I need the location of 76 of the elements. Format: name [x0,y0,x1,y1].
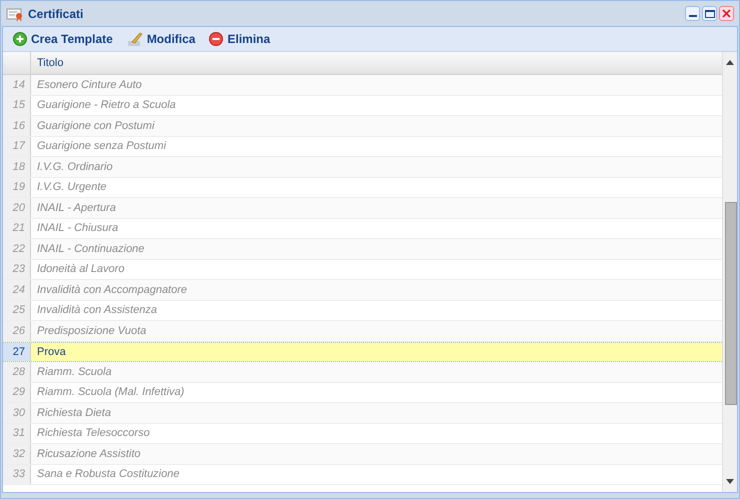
row-number: 19 [3,178,31,197]
edit-button[interactable]: Modifica [126,30,196,48]
table-row[interactable]: 27 Prova [3,342,722,362]
table-row[interactable]: 30 Richiesta Dieta [3,403,722,424]
row-number: 28 [3,362,31,382]
row-number: 33 [3,464,31,484]
table-cell-text: INAIL - Chiusura [36,221,120,236]
row-number: 22 [3,239,31,258]
table-row[interactable]: 19 I.V.G. Urgente [3,178,722,198]
row-number: 15 [3,96,31,115]
row-number: 27 [3,342,31,361]
close-icon [722,9,731,18]
table-cell-text: Esonero Cinture Auto [36,78,143,92]
table-row[interactable]: 33 Sana e Robusta Costituzione [3,464,722,485]
minimize-button[interactable] [685,6,700,21]
table-cell-text: Invalidità con Assistenza [36,303,158,318]
table-cell-text: Idoneità al Lavoro [36,262,126,277]
row-number: 25 [3,300,31,320]
maximize-button[interactable] [702,6,717,21]
brush-icon [126,32,143,46]
table-cell-text: I.V.G. Ordinario [36,160,114,174]
delete-button[interactable]: Elimina [209,30,270,48]
row-number: 18 [3,157,31,176]
row-number: 32 [3,444,31,464]
row-number: 14 [3,75,31,94]
table-cell-text: Guarigione senza Postumi [36,139,168,154]
table-row[interactable]: 21 INAIL - Chiusura [3,218,722,239]
window-title: Certificati [28,6,84,22]
table-row[interactable]: 20 INAIL - Apertura [3,198,722,218]
create-template-button[interactable]: Crea Template [13,30,113,48]
table-row[interactable]: 22 INAIL - Continuazione [3,239,722,260]
scroll-up-icon[interactable] [726,60,734,65]
row-number: 29 [3,382,31,402]
certificate-icon [6,6,24,20]
table-row[interactable]: 26 Predisposizione Vuota [3,321,722,342]
table-cell-text: I.V.G. Urgente [36,180,108,195]
row-number: 20 [3,198,31,218]
row-number: 24 [3,280,31,300]
table-row[interactable]: 14 Esonero Cinture Auto [3,75,722,96]
plus-icon [13,32,27,46]
table-row[interactable]: 28 Riamm. Scuola [3,362,722,382]
table-cell-text: Richiesta Telesoccorso [36,426,151,441]
table-cell-text: Richiesta Dieta [36,406,112,420]
table-row[interactable]: 24 Invalidità con Accompagnatore [3,280,722,300]
table-cell-text: Riamm. Scuola (Mal. Infettiva) [36,385,186,400]
scrollbar[interactable] [722,52,737,492]
row-number: 17 [3,136,31,156]
table-row[interactable]: 17 Guarigione senza Postumi [3,136,722,157]
table-row[interactable]: 31 Richiesta Telesoccorso [3,424,722,444]
row-number: 16 [3,116,31,136]
table-row[interactable]: 29 Riamm. Scuola (Mal. Infettiva) [3,382,722,403]
row-number: 30 [3,403,31,422]
table-cell-text: INAIL - Apertura [36,200,117,216]
table-cell-text: Guarigione con Postumi [36,118,156,134]
table-cell-text: Invalidità con Accompagnatore [36,282,188,298]
row-number: 31 [3,424,31,443]
table-row[interactable]: 15 Guarigione - Rietro a Scuola [3,96,722,116]
table-row[interactable]: 16 Guarigione con Postumi [3,116,722,136]
table-row[interactable]: 25 Invalidità con Assistenza [3,300,722,321]
minus-icon [209,32,224,46]
table-cell-text: Riamm. Scuola [36,364,113,380]
row-number: 23 [3,260,31,279]
close-button[interactable] [719,6,734,21]
table-cell-text: Sana e Robusta Costituzione [36,467,180,482]
table-cell-text: Prova [36,344,67,360]
table-cell-text: Predisposizione Vuota [36,324,148,338]
table-row[interactable]: 18 I.V.G. Ordinario [3,157,722,178]
row-number: 26 [3,321,31,340]
scroll-down-icon[interactable] [726,479,734,484]
table-cell-text: Guarigione - Rietro a Scuola [36,98,177,113]
table-row[interactable]: 23 Idoneità al Lavoro [3,260,722,280]
scrollbar-thumb[interactable] [725,202,737,405]
table-cell-text: INAIL - Continuazione [36,242,146,256]
table-cell-text: Ricusazione Assistito [36,446,142,462]
table-row[interactable]: 32 Ricusazione Assistito [3,444,722,464]
row-number: 21 [3,218,31,238]
